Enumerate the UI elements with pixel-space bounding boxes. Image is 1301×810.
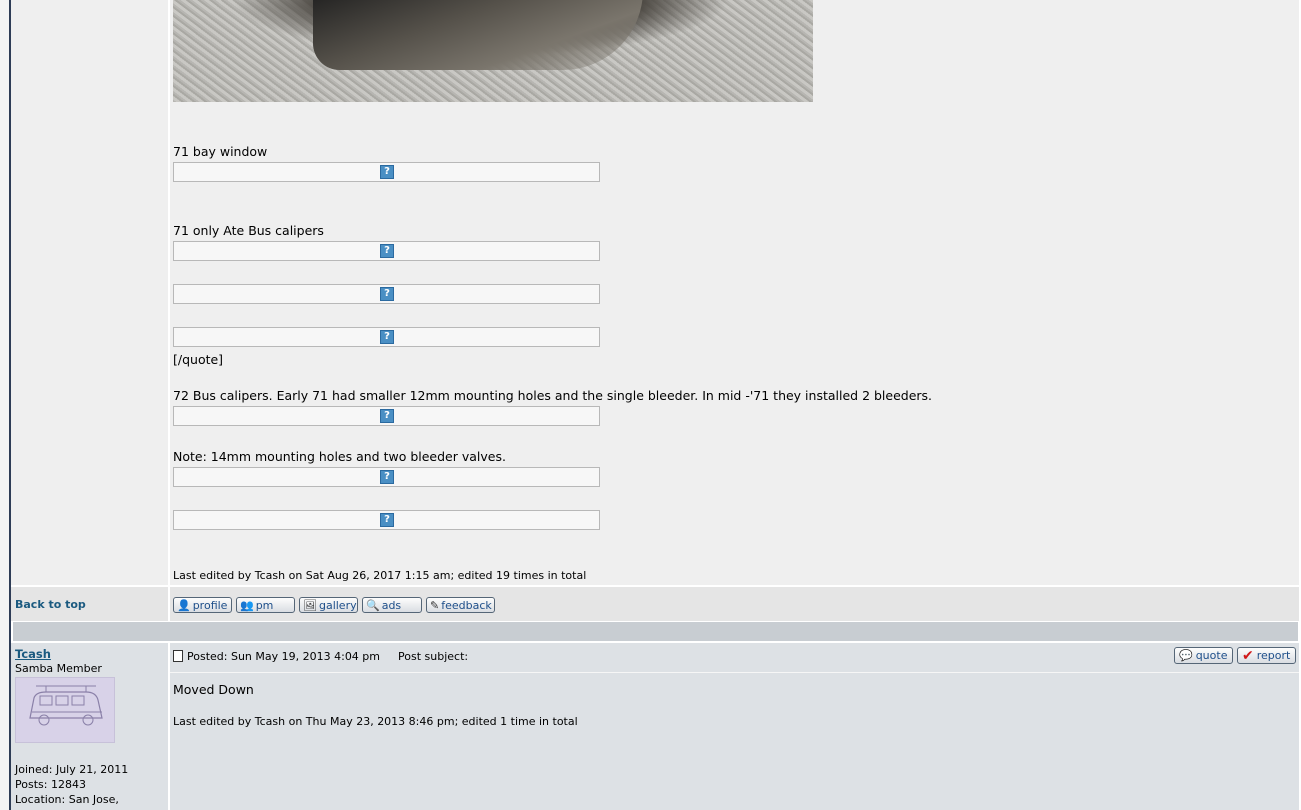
- report-button[interactable]: ✔ report: [1237, 647, 1296, 664]
- report-button-label: report: [1256, 649, 1291, 662]
- author-joined: Joined: July 21, 2011: [15, 763, 129, 776]
- profile-button[interactable]: 👤 profile: [173, 597, 232, 613]
- quote-close-text: [/quote]: [173, 352, 224, 367]
- gallery-button-label: gallery: [318, 598, 357, 612]
- caption-note: Note: 14mm mounting holes and two bleede…: [173, 449, 506, 464]
- author-username[interactable]: Tcash: [15, 647, 51, 661]
- picture-icon: 🖼: [303, 598, 317, 612]
- post2-edited-note: Last edited by Tcash on Thu May 23, 2013…: [173, 715, 578, 728]
- magnifier-icon: 🔍: [366, 598, 380, 612]
- missing-image-icon: ?: [380, 330, 394, 344]
- gallery-button[interactable]: 🖼 gallery: [299, 597, 358, 613]
- image-placeholder: ?: [173, 284, 600, 304]
- post-icon: [173, 649, 183, 662]
- image-placeholder: ?: [173, 327, 600, 347]
- image-placeholder: ?: [173, 510, 600, 530]
- person-icon: 👤: [177, 598, 191, 612]
- missing-image-icon: ?: [380, 244, 394, 258]
- pencil-icon: ✎: [430, 598, 440, 612]
- post-photo: [173, 0, 813, 102]
- posted-date: Posted: Sun May 19, 2013 4:04 pm: [187, 650, 381, 663]
- caption-bus-calipers: 72 Bus calipers. Early 71 had smaller 12…: [173, 388, 933, 403]
- profile-button-label: profile: [192, 598, 228, 612]
- author-rank: Samba Member: [15, 662, 102, 675]
- post1-edited-note: Last edited by Tcash on Sat Aug 26, 2017…: [173, 569, 587, 582]
- back-to-top-link[interactable]: Back to top: [15, 598, 86, 611]
- quote-button-label: quote: [1195, 649, 1228, 662]
- caption-ate-calipers: 71 only Ate Bus calipers: [173, 223, 324, 238]
- author-posts: Posts: 12843: [15, 778, 86, 791]
- post2-body: Moved Down: [173, 682, 254, 697]
- feedback-button-label: feedback: [441, 598, 492, 612]
- post-subject-label: Post subject:: [398, 650, 469, 663]
- post1-author-column: [11, 0, 168, 585]
- people-icon: 👥: [240, 598, 254, 612]
- missing-image-icon: ?: [380, 513, 394, 527]
- feedback-button[interactable]: ✎ feedback: [426, 597, 495, 613]
- image-placeholder: ?: [173, 162, 600, 182]
- avatar: [15, 677, 115, 743]
- quote-button[interactable]: 💬 quote: [1174, 647, 1233, 664]
- image-placeholder: ?: [173, 241, 600, 261]
- caption-bay-window: 71 bay window: [173, 144, 268, 159]
- bus-drawing-icon: [16, 678, 114, 742]
- image-placeholder: ?: [173, 406, 600, 426]
- missing-image-icon: ?: [380, 287, 394, 301]
- pm-button-label: pm: [255, 598, 274, 612]
- checkmark-icon: ✔: [1242, 647, 1254, 664]
- missing-image-icon: ?: [380, 165, 394, 179]
- ads-button-label: ads: [381, 598, 402, 612]
- post-separator: [13, 622, 1298, 641]
- post-header: Posted: Sun May 19, 2013 4:04 pm Post su…: [173, 649, 469, 663]
- pm-button[interactable]: 👥 pm: [236, 597, 295, 613]
- missing-image-icon: ?: [380, 409, 394, 423]
- speech-bubble-icon: 💬: [1179, 649, 1193, 662]
- post-header-divider: [170, 672, 1299, 673]
- ads-button[interactable]: 🔍 ads: [362, 597, 422, 613]
- image-placeholder: ?: [173, 467, 600, 487]
- author-location: Location: San Jose,: [15, 793, 119, 806]
- missing-image-icon: ?: [380, 470, 394, 484]
